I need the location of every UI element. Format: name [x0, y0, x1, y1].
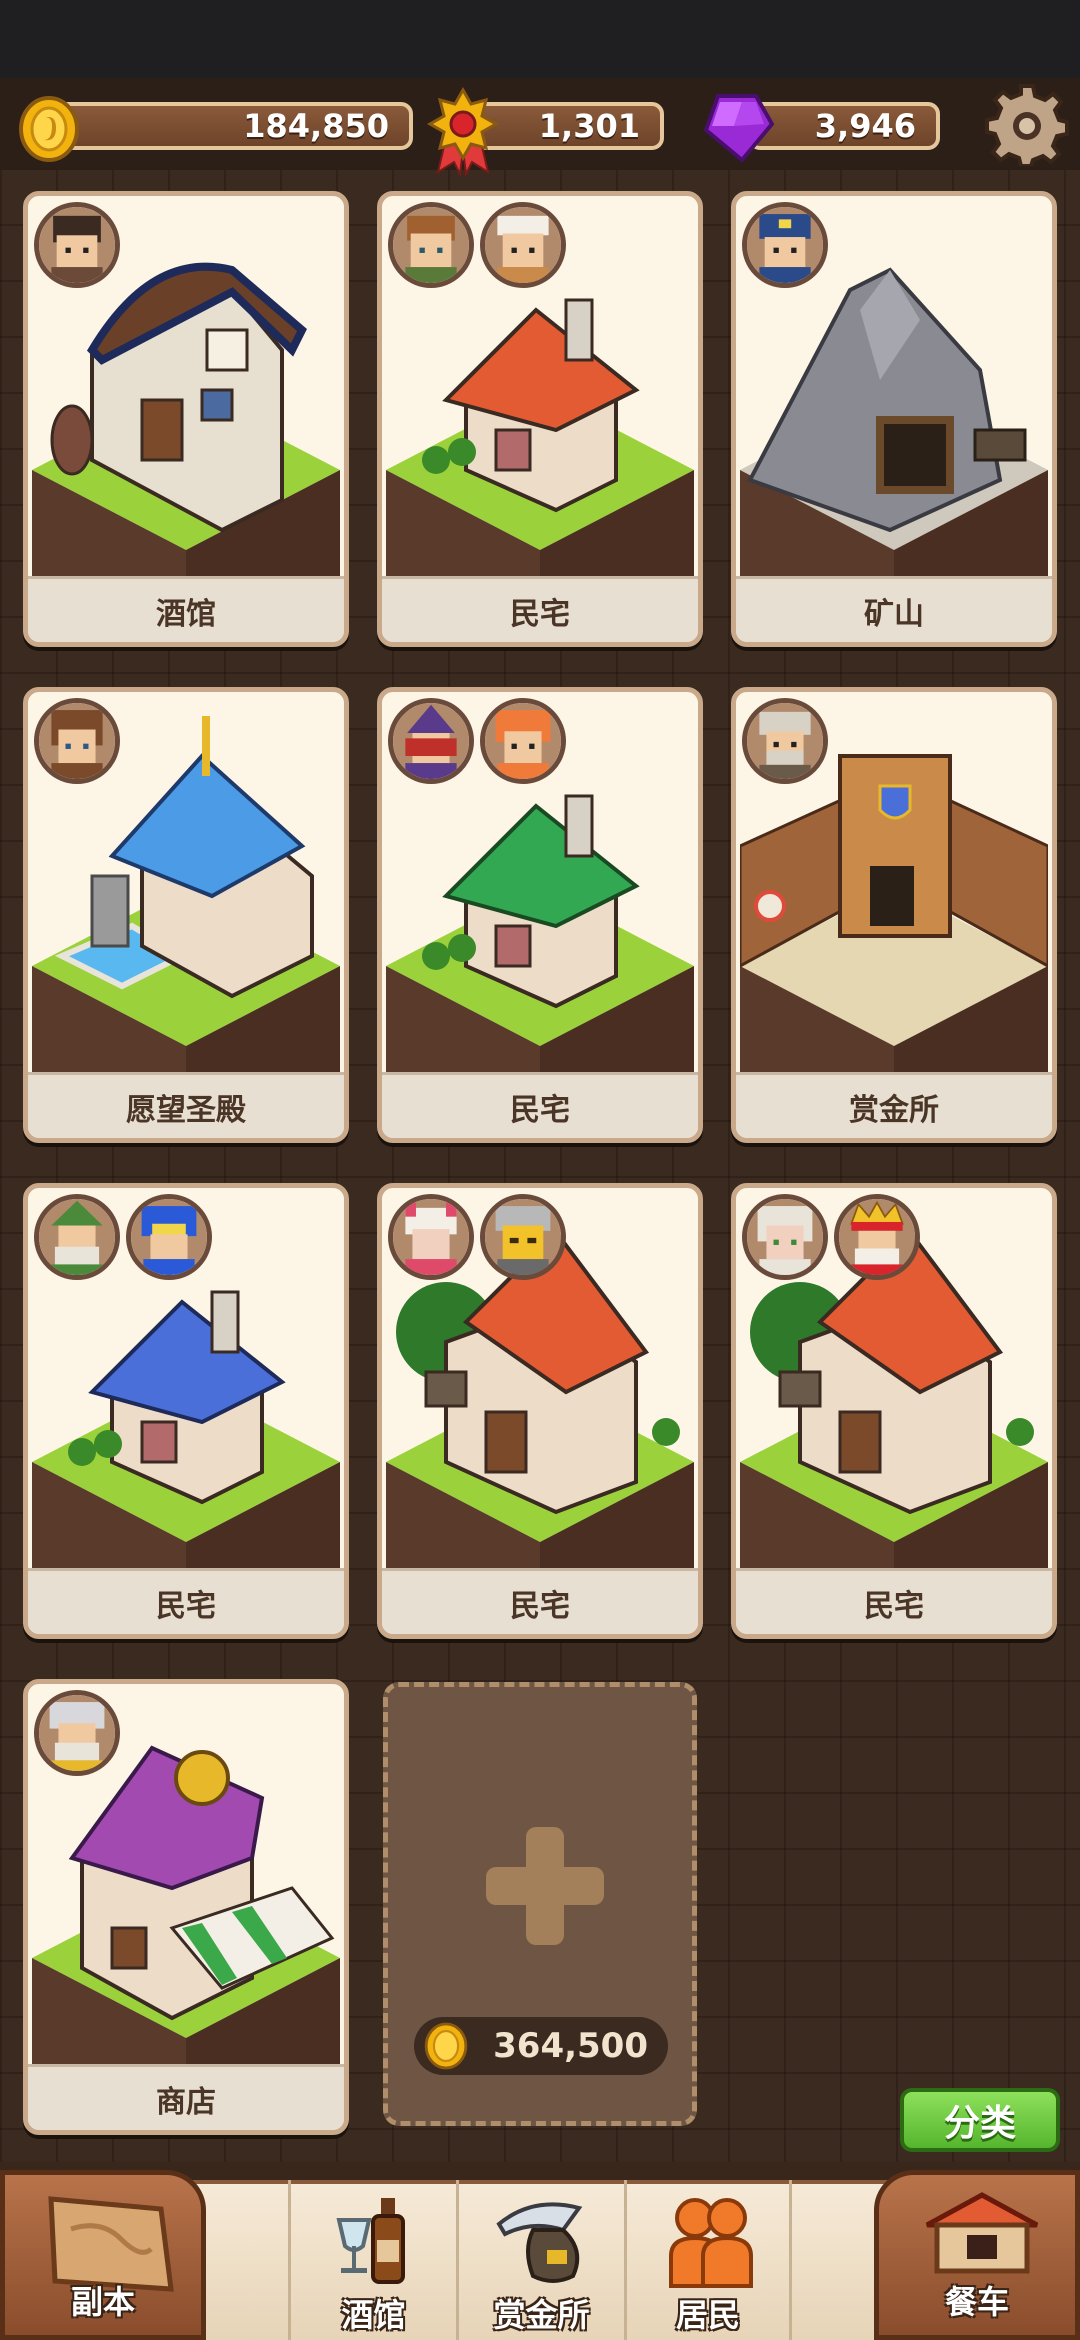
nav-tavern[interactable]: 酒馆	[288, 2180, 456, 2340]
resident-avatar[interactable]	[388, 698, 474, 784]
nav-residents[interactable]: 居民	[624, 2180, 792, 2340]
resident-avatar[interactable]	[480, 202, 566, 288]
gold-coin-icon	[19, 96, 79, 162]
medal-counter: 1,301	[424, 86, 664, 176]
building-name: 矿山	[736, 576, 1052, 642]
gold-coin-icon	[424, 2022, 468, 2070]
building-card-temple[interactable]: 愿望圣殿	[23, 687, 349, 1143]
resident-avatars	[34, 202, 120, 288]
resident-avatars	[742, 698, 828, 784]
resident-avatar[interactable]	[34, 1690, 120, 1776]
resident-avatar[interactable]	[742, 698, 828, 784]
resident-avatars	[34, 1194, 212, 1280]
gold-counter: 184,850	[18, 96, 413, 162]
plus-icon-bar	[486, 1867, 604, 1905]
building-name: 民宅	[382, 1568, 698, 1634]
building-card-mine[interactable]: 矿山	[731, 191, 1057, 647]
resident-avatars	[388, 202, 566, 288]
sword-bag-icon	[496, 2202, 583, 2283]
resident-avatar[interactable]	[388, 202, 474, 288]
building-name: 酒馆	[28, 576, 344, 642]
build-cost: 364,500	[414, 2017, 668, 2075]
nav-dungeon-button[interactable]: 副本	[0, 2170, 206, 2340]
resident-avatar[interactable]	[834, 1194, 920, 1280]
building-name: 商店	[28, 2064, 344, 2130]
gem-counter: 3,946	[698, 94, 940, 162]
medal-value: 1,301	[474, 102, 664, 150]
resident-avatar[interactable]	[742, 1194, 828, 1280]
resident-avatars	[388, 1194, 566, 1280]
purple-gem-icon	[703, 94, 775, 162]
nav-tavern-label: 酒馆	[341, 2296, 406, 2334]
building-card-shop[interactable]: 商店	[23, 1679, 349, 2135]
building-card-house[interactable]: 民宅	[377, 687, 703, 1143]
nav-food-cart-label: 餐车	[944, 2283, 1009, 2321]
building-card-house[interactable]: 民宅	[377, 191, 703, 647]
nav-bounty[interactable]: 赏金所	[456, 2180, 624, 2340]
building-card-big-house[interactable]: 民宅	[731, 1183, 1057, 1639]
gold-value: 184,850	[48, 102, 413, 150]
building-name: 愿望圣殿	[28, 1072, 344, 1138]
nav-bounty-label: 赏金所	[493, 2296, 590, 2334]
resident-avatar[interactable]	[34, 202, 120, 288]
resident-avatar[interactable]	[480, 698, 566, 784]
resident-avatar[interactable]	[34, 1194, 120, 1280]
building-card-tavern[interactable]: 酒馆	[23, 191, 349, 647]
residents-icon	[669, 2198, 753, 2288]
resident-avatar[interactable]	[480, 1194, 566, 1280]
resident-avatars	[34, 1690, 120, 1776]
add-building-slot[interactable]: 364,500	[383, 1682, 697, 2126]
sort-button[interactable]: 分类	[900, 2088, 1060, 2152]
resident-avatar[interactable]	[34, 698, 120, 784]
building-name: 民宅	[382, 576, 698, 642]
building-name: 民宅	[382, 1072, 698, 1138]
nav-food-cart-button[interactable]: 餐车	[874, 2170, 1080, 2340]
resident-avatar[interactable]	[126, 1194, 212, 1280]
resident-avatars	[742, 202, 828, 288]
building-name: 民宅	[28, 1568, 344, 1634]
building-card-big-house[interactable]: 民宅	[377, 1183, 703, 1639]
resident-avatars	[388, 698, 566, 784]
nav-dungeon-label: 副本	[70, 2283, 135, 2321]
resident-avatar[interactable]	[742, 202, 828, 288]
building-name: 民宅	[736, 1568, 1052, 1634]
gear-icon[interactable]	[985, 82, 1069, 166]
building-name: 赏金所	[736, 1072, 1052, 1138]
building-card-house[interactable]: 民宅	[23, 1183, 349, 1639]
status-bar	[0, 0, 1080, 78]
gem-value: 3,946	[748, 102, 940, 150]
wine-bottle-icon	[336, 2198, 405, 2284]
resident-avatars	[34, 698, 120, 784]
resident-avatars	[742, 1194, 920, 1280]
nav-residents-label: 居民	[675, 2296, 740, 2334]
resource-bar: 184,850 1,301 3,946	[0, 78, 1080, 176]
resident-avatar[interactable]	[388, 1194, 474, 1280]
build-cost-value: 364,500	[493, 2026, 648, 2066]
building-card-bounty-office[interactable]: 赏金所	[731, 687, 1057, 1143]
medal-icon	[426, 86, 500, 176]
